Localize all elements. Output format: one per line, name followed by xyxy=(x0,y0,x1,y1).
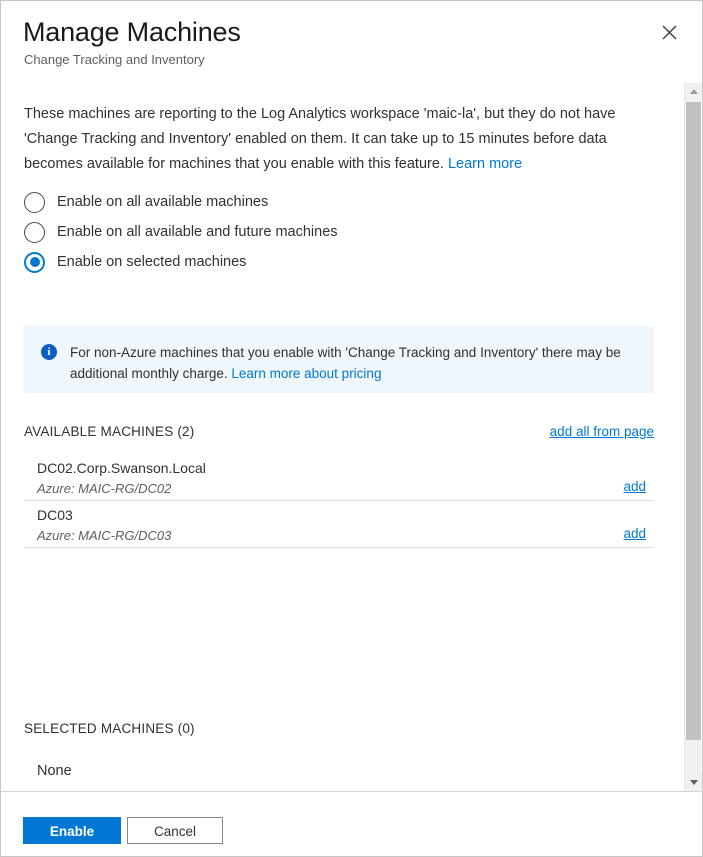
vertical-scrollbar[interactable] xyxy=(684,83,702,791)
chevron-up-icon xyxy=(689,89,698,94)
radio-circle-icon xyxy=(24,191,45,213)
available-machines-header: AVAILABLE MACHINES (2) add all from page xyxy=(24,424,654,439)
selected-machines-header: SELECTED MACHINES (0) xyxy=(24,721,654,736)
info-icon: i xyxy=(41,344,57,360)
close-button[interactable] xyxy=(654,17,684,47)
radio-label: Enable on all available machines xyxy=(57,194,269,210)
list-item-empty: None xyxy=(24,751,654,791)
table-row[interactable]: DC03 Azure: MAIC-RG/DC03 add xyxy=(24,501,654,548)
available-machines-title: AVAILABLE MACHINES (2) xyxy=(24,424,195,439)
close-icon xyxy=(662,25,677,40)
scroll-down-button[interactable] xyxy=(685,774,702,791)
chevron-down-icon xyxy=(689,780,698,785)
radio-enable-all-available[interactable]: Enable on all available machines xyxy=(24,187,338,217)
info-banner-text: For non-Azure machines that you enable w… xyxy=(70,342,630,384)
enable-button[interactable]: Enable xyxy=(23,817,121,844)
machine-name: DC03 xyxy=(37,507,73,523)
radio-label: Enable on selected machines xyxy=(57,254,247,270)
radio-label: Enable on all available and future machi… xyxy=(57,224,338,240)
selected-machines-title: SELECTED MACHINES (0) xyxy=(24,721,195,736)
pricing-learn-more-link[interactable]: Learn more about pricing xyxy=(231,366,381,381)
enable-scope-radio-group: Enable on all available machines Enable … xyxy=(24,187,338,277)
learn-more-link[interactable]: Learn more xyxy=(448,156,522,172)
page-subtitle: Change Tracking and Inventory xyxy=(24,52,205,67)
blade-content: These machines are reporting to the Log … xyxy=(1,83,702,791)
machine-name: DC02.Corp.Swanson.Local xyxy=(37,460,206,476)
intro-text: These machines are reporting to the Log … xyxy=(24,106,616,172)
radio-enable-all-available-and-future[interactable]: Enable on all available and future machi… xyxy=(24,217,338,247)
radio-circle-filled-icon xyxy=(24,251,45,273)
radio-enable-selected[interactable]: Enable on selected machines xyxy=(24,247,338,277)
scrollbar-thumb[interactable] xyxy=(686,102,701,740)
add-all-from-page-link[interactable]: add all from page xyxy=(550,424,654,439)
scroll-up-button[interactable] xyxy=(685,83,702,100)
info-banner: i For non-Azure machines that you enable… xyxy=(23,326,654,393)
blade-header: Manage Machines Change Tracking and Inve… xyxy=(1,1,702,83)
intro-paragraph: These machines are reporting to the Log … xyxy=(24,102,654,177)
page-title: Manage Machines xyxy=(23,17,241,47)
empty-label: None xyxy=(37,763,72,779)
table-row[interactable]: DC02.Corp.Swanson.Local Azure: MAIC-RG/D… xyxy=(24,454,654,501)
machine-source: Azure: MAIC-RG/DC03 xyxy=(37,528,172,543)
add-machine-link[interactable]: add xyxy=(623,526,646,541)
cancel-button[interactable]: Cancel xyxy=(127,817,223,844)
blade-footer: Enable Cancel xyxy=(1,791,702,856)
available-machines-list: DC02.Corp.Swanson.Local Azure: MAIC-RG/D… xyxy=(24,454,654,548)
selected-machines-list: None xyxy=(24,751,654,791)
machine-source: Azure: MAIC-RG/DC02 xyxy=(37,481,172,496)
radio-circle-icon xyxy=(24,221,45,243)
manage-machines-blade: Manage Machines Change Tracking and Inve… xyxy=(0,0,703,857)
add-machine-link[interactable]: add xyxy=(623,479,646,494)
